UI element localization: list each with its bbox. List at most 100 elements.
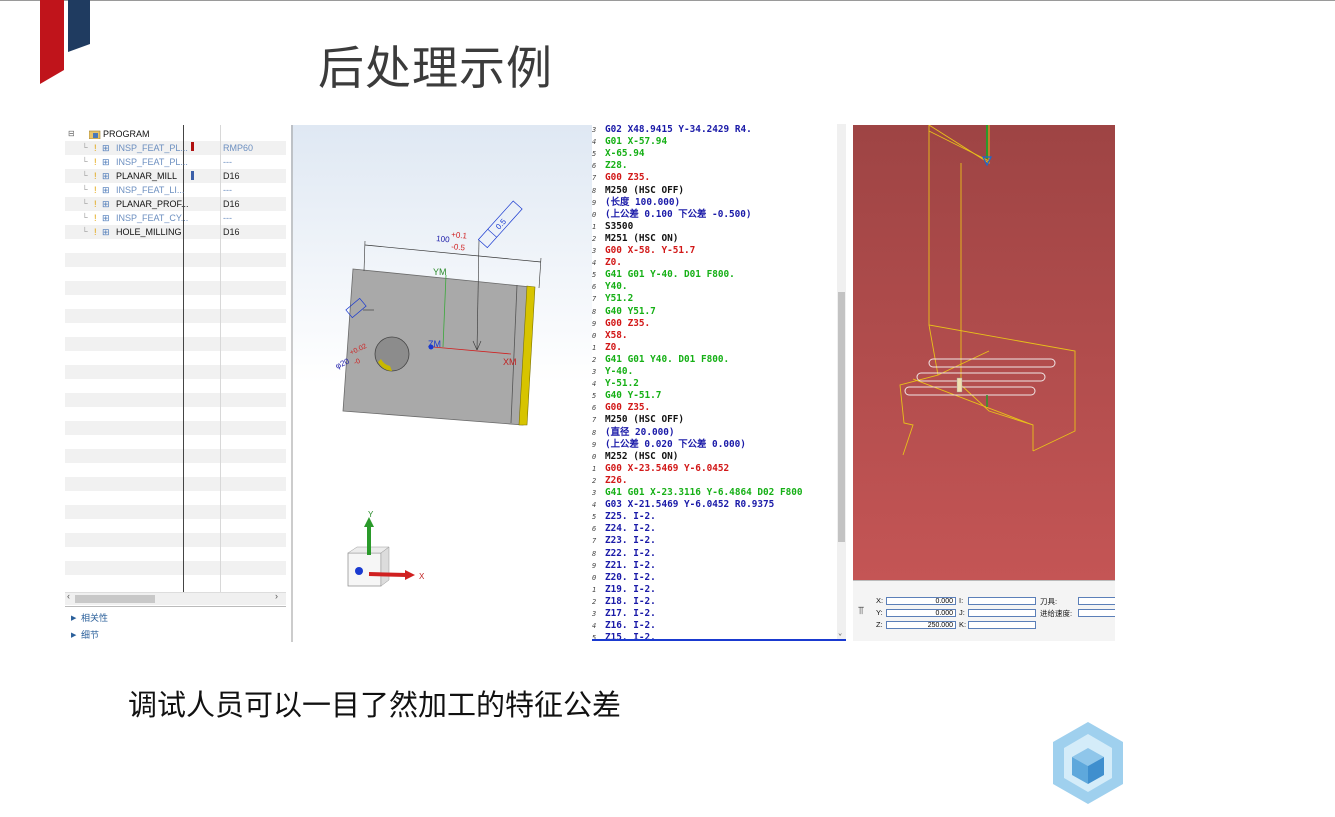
xm-label: XM: [503, 357, 517, 367]
code-line: 5 G40 Y-51.7: [592, 390, 661, 402]
scroll-down-icon[interactable]: ⌄: [838, 629, 842, 637]
tree-branch: └: [82, 199, 88, 208]
slide-caption: 调试人员可以一目了然加工的特征公差: [128, 688, 622, 722]
status-icon: !: [94, 199, 97, 209]
operation-row[interactable]: └! ⊞ INSP_FEAT_LI... ---: [65, 183, 286, 197]
tool-label: 刀具:: [1040, 597, 1058, 606]
code-line: 4 Z0.: [592, 257, 622, 269]
expand-arrow-icon: ▶: [71, 632, 77, 639]
brand-logo: [40, 0, 90, 84]
code-line: 1 Z0.: [592, 342, 622, 354]
tree-branch: └: [82, 227, 88, 236]
scroll-thumb[interactable]: [838, 292, 845, 542]
operation-row[interactable]: └! ⊞ INSP_FEAT_CY... ---: [65, 211, 286, 225]
scroll-left-icon[interactable]: ‹: [67, 591, 70, 601]
navigator-row-bg: [65, 477, 286, 491]
tool-marker: [956, 377, 963, 393]
code-text: Z0.: [605, 341, 622, 353]
operation-icon: ⊞: [102, 157, 110, 167]
navigator-row-bg: [65, 379, 286, 393]
navigator-row-bg: [65, 421, 286, 435]
line-number: 0: [592, 331, 597, 340]
scroll-thumb[interactable]: [75, 595, 155, 603]
code-text: Z17. I-2.: [605, 608, 656, 619]
operation-row[interactable]: └! ⊞ HOLE_MILLING D16: [65, 225, 286, 239]
operation-name: PLANAR_MILL: [116, 171, 178, 181]
code-text: G40 Y-51.7: [605, 390, 662, 402]
tree-root-row[interactable]: ⊟ PROGRAM: [65, 127, 286, 141]
k-field[interactable]: [968, 621, 1036, 629]
code-line: 1 G00 X-23.5469 Y-6.0452: [592, 463, 729, 475]
horizontal-scrollbar[interactable]: ‹ ›: [65, 591, 286, 605]
code-line: 9 (上公差 0.020 下公差 0.000): [592, 439, 746, 451]
coordinate-panel: ⫪ X: 0.000 Y: 0.000 Z: 250.000 I: J: K: …: [853, 580, 1115, 641]
line-number: 3: [592, 126, 597, 134]
navigator-row-bg: [65, 449, 286, 463]
navigator-row-bg: [65, 435, 286, 449]
code-line: 0 X58.: [592, 330, 628, 342]
line-number: 3: [592, 247, 597, 255]
tool-icon: ⫪: [858, 605, 865, 617]
triad-y-label: Y: [368, 510, 374, 519]
nc-code-editor[interactable]: 3 G02 X48.9415 Y-34.2429 R4. 4 G01 X-57.94 5…: [592, 124, 846, 641]
operation-icon: ⊞: [102, 185, 110, 195]
simulation-canvas[interactable]: [853, 125, 1115, 580]
svg-text:100: 100: [436, 234, 451, 244]
line-number: 8: [592, 307, 597, 316]
code-line: 0 M252 (HSC ON): [592, 451, 678, 463]
code-text: Z28.: [605, 160, 628, 172]
operation-row[interactable]: └! ⊞ PLANAR_MILL D16: [65, 169, 286, 183]
code-text: Z25. I-2.: [605, 511, 656, 523]
vertical-scrollbar[interactable]: ⌄: [837, 124, 846, 641]
operation-name: INSP_FEAT_LI...: [116, 185, 185, 195]
j-field[interactable]: [968, 609, 1036, 617]
navigator-row-bg: [65, 295, 286, 309]
code-text: M251 (HSC ON): [605, 232, 679, 244]
code-line: 6 G00 Z35.: [592, 402, 650, 414]
tool-field[interactable]: [1078, 597, 1115, 605]
line-number: 5: [592, 392, 597, 401]
navigator-row-bg: [65, 337, 286, 351]
code-line: 5 Z25. I-2.: [592, 511, 656, 523]
y-coordinate-field[interactable]: 0.000: [886, 609, 956, 617]
line-number: 8: [592, 549, 597, 558]
model-viewport[interactable]: YM XM ZM 100 +0.1 -0.5 0.5 φ20 +0.02 -0: [291, 125, 593, 642]
status-icon: !: [94, 185, 97, 195]
line-number: 8: [592, 186, 597, 195]
top-rule: [0, 0, 1335, 1]
code-line: 8 M250 (HSC OFF): [592, 185, 684, 197]
triad-x-label: X: [419, 572, 425, 581]
navigator-row-bg: [65, 575, 286, 589]
code-text: M250 (HSC OFF): [605, 414, 685, 426]
code-line: 6 Y40.: [592, 281, 628, 293]
section-details[interactable]: ▶ 细节: [65, 628, 286, 642]
operation-name: HOLE_MILLING: [116, 227, 182, 237]
line-number: 6: [592, 525, 597, 534]
code-line: 3 G41 G01 X-23.3116 Y-6.4864 D02 F800: [592, 487, 803, 499]
z-coordinate-field[interactable]: 250.000: [886, 621, 956, 629]
navigator-row-bg: [65, 533, 286, 547]
feed-field[interactable]: [1078, 609, 1115, 617]
line-number: 7: [592, 174, 597, 183]
line-number: 6: [592, 283, 597, 292]
operation-row[interactable]: └! ⊞ INSP_FEAT_PL... ---: [65, 155, 286, 169]
operation-tool: ---: [223, 213, 232, 223]
code-line: 2 Z18. I-2.: [592, 596, 656, 608]
code-line: 9 (长度 100.000): [592, 197, 680, 209]
tree-branch: └: [82, 157, 88, 166]
svg-text:-0.5: -0.5: [451, 242, 466, 252]
collapse-icon[interactable]: ⊟: [68, 127, 75, 141]
line-number: 9: [592, 198, 597, 207]
code-line: 2 Z26.: [592, 475, 628, 487]
scroll-right-icon[interactable]: ›: [275, 591, 278, 601]
operation-row[interactable]: └! ⊞ INSP_FEAT_PL... RMP60: [65, 141, 286, 155]
x-coordinate-field[interactable]: 0.000: [886, 597, 956, 605]
simulation-view[interactable]: ⫪ X: 0.000 Y: 0.000 Z: 250.000 I: J: K: …: [853, 125, 1115, 641]
code-text: Z18. I-2.: [605, 595, 656, 607]
operation-row[interactable]: └! ⊞ PLANAR_PROF... D16: [65, 197, 286, 211]
section-dependencies[interactable]: ▶ 相关性: [65, 611, 286, 626]
svg-text:+0.1: +0.1: [451, 230, 468, 241]
i-field[interactable]: [968, 597, 1036, 605]
status-icon: !: [94, 157, 97, 167]
line-number: 7: [592, 416, 597, 425]
